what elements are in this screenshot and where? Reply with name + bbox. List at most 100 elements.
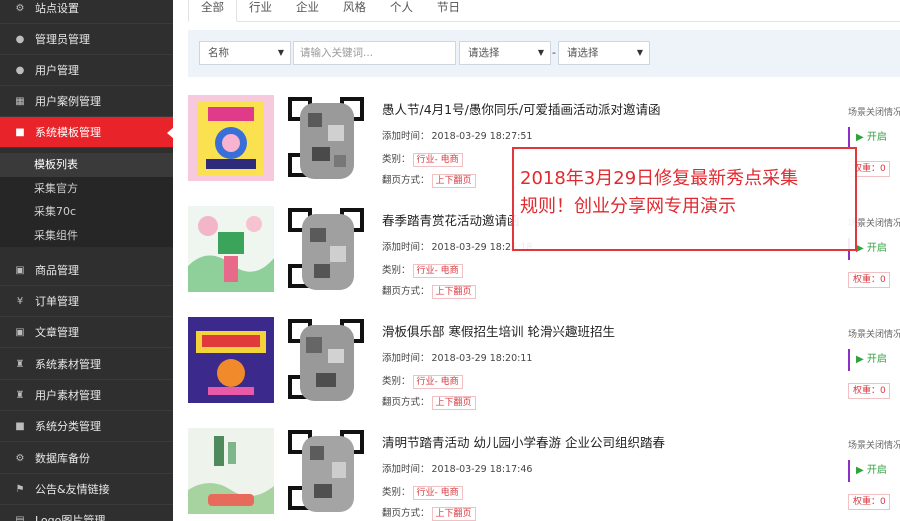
template-category: 类别： 行业- 电商 [382, 484, 463, 500]
weight-badge[interactable]: 权重：0 [848, 383, 890, 399]
flip-tag[interactable]: 上下翻页 [431, 396, 476, 410]
notice-line-2: 规则！创业分享网专用演示 [520, 196, 736, 217]
template-flip: 翻页方式： 上下翻页 [382, 172, 476, 188]
category-select-b[interactable]: 请选择 ▼ [558, 41, 650, 65]
range-dash: - [552, 46, 556, 59]
category-tag[interactable]: 行业- 电商 [412, 375, 463, 389]
menu-label: 管理员管理 [35, 33, 90, 46]
menu-admin-management[interactable]: ● 管理员管理 [0, 24, 173, 55]
user-icon: ● [15, 33, 25, 45]
template-thumbnail[interactable] [188, 428, 274, 514]
template-thumbnail[interactable] [188, 95, 274, 181]
tab-holiday[interactable]: 节日 [425, 0, 472, 22]
added-value: 2018-03-29 18:17:46 [431, 464, 533, 475]
category-tag[interactable]: 行业- 电商 [412, 486, 463, 500]
flip-label: 翻页方式： [382, 508, 430, 519]
added-label: 添加时间： [382, 464, 430, 475]
menu-system-templates[interactable]: ■ 系统模板管理 [0, 117, 173, 148]
field-select-value: 名称 [208, 47, 229, 59]
open-toggle[interactable]: ▶ 开启 [848, 127, 900, 149]
field-select[interactable]: 名称 ▼ [199, 41, 291, 65]
category-label: 类别： [382, 487, 411, 498]
tab-style[interactable]: 风格 [331, 0, 378, 22]
menu-label: 用户案例管理 [35, 95, 101, 108]
flip-tag[interactable]: 上下翻页 [431, 174, 476, 188]
menu-database-backup[interactable]: ⚙ 数据库备份 [0, 443, 173, 474]
menu-label: 系统素材管理 [35, 358, 101, 371]
template-added-time: 添加时间： 2018-03-29 18:20:11 [382, 350, 532, 364]
category-tabs: 全部 行业 企业 风格 个人 节日 [188, 0, 472, 22]
box-icon: ▣ [15, 326, 25, 338]
menu-announcements-links[interactable]: ⚑ 公告&友情链接 [0, 474, 173, 505]
menu-order-management[interactable]: ¥ 订单管理 [0, 286, 173, 317]
qr-code [288, 428, 366, 514]
template-added-time: 添加时间： 2018-03-29 18:25:18 [382, 239, 532, 253]
submenu-templates: 模板列表 采集官方 采集70c 采集组件 [0, 153, 173, 247]
weight-badge[interactable]: 权重：0 [848, 272, 890, 288]
menu-user-assets[interactable]: ♜ 用户素材管理 [0, 380, 173, 411]
flip-label: 翻页方式： [382, 286, 430, 297]
submenu-collect-components[interactable]: 采集组件 [0, 224, 173, 248]
menu-label: 订单管理 [35, 295, 79, 308]
grid-icon: ▦ [15, 95, 25, 107]
added-value: 2018-03-29 18:27:51 [431, 131, 533, 142]
yen-icon: ¥ [16, 295, 24, 307]
menu-label: 用户素材管理 [35, 389, 101, 402]
open-toggle[interactable]: ▶ 开启 [848, 349, 900, 371]
menu-user-cases[interactable]: ▦ 用户案例管理 [0, 86, 173, 117]
briefcase-icon: ■ [15, 420, 25, 432]
tab-personal[interactable]: 个人 [378, 0, 425, 22]
qr-code [288, 95, 366, 181]
qr-code [288, 317, 366, 403]
menu-system-assets[interactable]: ♜ 系统素材管理 [0, 349, 173, 380]
template-flip: 翻页方式： 上下翻页 [382, 394, 476, 410]
menu-user-management[interactable]: ● 用户管理 [0, 55, 173, 86]
template-added-time: 添加时间： 2018-03-29 18:17:46 [382, 461, 532, 475]
added-value: 2018-03-29 18:20:11 [431, 353, 533, 364]
gears-icon: ⚙ [15, 2, 25, 14]
box-icon: ▣ [15, 264, 25, 276]
template-thumbnail[interactable] [188, 206, 274, 292]
keyword-input[interactable]: 请输入关键词... [293, 41, 456, 65]
category-label: 类别： [382, 376, 411, 387]
open-toggle[interactable]: ▶ 开启 [848, 460, 900, 482]
submenu-template-list[interactable]: 模板列表 [0, 153, 173, 177]
tab-industry[interactable]: 行业 [237, 0, 284, 22]
category-tag[interactable]: 行业- 电商 [412, 264, 463, 278]
template-title[interactable]: 春季踏青赏花活动邀请函 [382, 210, 520, 229]
briefcase-icon: ■ [15, 126, 25, 138]
status-column: 场景关闭情况 ▶ 开启 权重：0 [848, 327, 900, 399]
weight-badge[interactable]: 权重：0 [848, 494, 890, 510]
template-title[interactable]: 滑板俱乐部 寒假招生培训 轮滑兴趣班招生 [382, 321, 615, 340]
gears-icon: ⚙ [15, 452, 25, 464]
chevron-down-icon: ▼ [537, 48, 544, 57]
template-title[interactable]: 清明节踏青活动 幼儿园小学春游 企业公司组织踏春 [382, 432, 665, 451]
menu-label: 文章管理 [35, 326, 79, 339]
template-card: 滑板俱乐部 寒假招生培训 轮滑兴趣班招生 添加时间： 2018-03-29 18:… [188, 317, 900, 410]
tab-enterprise[interactable]: 企业 [284, 0, 331, 22]
menu-logo-images[interactable]: ▤ Logo图片管理 [0, 505, 173, 521]
menu-article-management[interactable]: ▣ 文章管理 [0, 317, 173, 348]
menu-system-categories[interactable]: ■ 系统分类管理 [0, 411, 173, 442]
category-select-a[interactable]: 请选择 ▼ [459, 41, 551, 65]
tab-all[interactable]: 全部 [188, 0, 237, 22]
image-icon: ▤ [15, 514, 25, 521]
qr-code [288, 206, 366, 292]
template-category: 类别： 行业- 电商 [382, 151, 463, 167]
menu-site-settings[interactable]: ⚙ 站点设置 [0, 0, 173, 24]
added-label: 添加时间： [382, 353, 430, 364]
template-flip: 翻页方式： 上下翻页 [382, 505, 476, 521]
submenu-collect-70c[interactable]: 采集70c [0, 200, 173, 224]
category-tag[interactable]: 行业- 电商 [412, 153, 463, 167]
flip-tag[interactable]: 上下翻页 [431, 285, 476, 299]
sidebar: ⚙ 站点设置 ● 管理员管理 ● 用户管理 ▦ 用户案例管理 ■ 系统模板管理 … [0, 0, 173, 521]
template-category: 类别： 行业- 电商 [382, 262, 463, 278]
user-icon: ● [15, 64, 25, 76]
template-title[interactable]: 愚人节/4月1号/愚你同乐/可爱插画活动派对邀请函 [382, 99, 661, 118]
category-label: 类别： [382, 154, 411, 165]
submenu-collect-official[interactable]: 采集官方 [0, 177, 173, 201]
menu-product-management[interactable]: ▣ 商品管理 [0, 255, 173, 286]
chevron-down-icon: ▼ [636, 48, 643, 57]
flip-tag[interactable]: 上下翻页 [431, 507, 476, 521]
template-thumbnail[interactable] [188, 317, 274, 403]
